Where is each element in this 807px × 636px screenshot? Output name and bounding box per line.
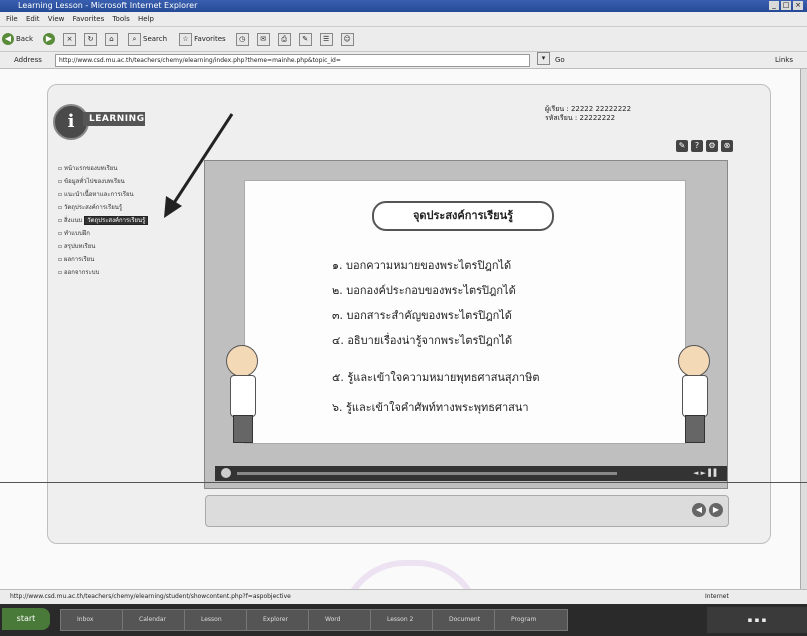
previous-icon[interactable]: ◀ bbox=[692, 503, 706, 517]
user-line-2: รหัสเรียน : 22222222 bbox=[545, 114, 616, 122]
address-label: Address bbox=[14, 56, 42, 64]
menu-item-label: ข้อมูลทั่วไปของบทเรียน bbox=[63, 178, 125, 185]
objective-item: ๕. รู้และเข้าใจความหมายพุทธศาสนสุภาษิต bbox=[332, 371, 540, 384]
dropdown-arrow-icon[interactable]: ▾ bbox=[537, 52, 550, 65]
player-controls[interactable]: ◄ ► ▌▌ bbox=[693, 468, 719, 479]
window-title-bar: Learning Lesson - Microsoft Internet Exp… bbox=[0, 0, 807, 12]
lesson-heading: จุดประสงค์การเรียนรู้ bbox=[372, 201, 554, 231]
lesson-navigation: ◀ ▶ bbox=[205, 495, 729, 527]
search-button[interactable]: ⌕ Search bbox=[126, 32, 169, 46]
menu-bar: File Edit View Favorites Tools Help bbox=[0, 12, 807, 27]
menu-item-label: ทำแบบฝึก bbox=[63, 230, 90, 237]
menu-item-label: สรุปบทเรียน bbox=[63, 243, 96, 250]
user-line-1: ผู้เรียน : 22222 22222222 bbox=[545, 105, 632, 113]
search-label: Search bbox=[143, 35, 168, 43]
refresh-icon[interactable]: ↻ bbox=[84, 32, 97, 46]
objective-item: ๔. อธิบายเรื่องน่ารู้จากพระไตรปิฎกได้ bbox=[332, 334, 513, 347]
favorites-label: Favorites bbox=[194, 35, 226, 43]
user-info: ผู้เรียน : 22222 22222222 รหัสเรียน : 22… bbox=[545, 105, 631, 123]
home-icon[interactable]: ⌂ bbox=[105, 32, 118, 46]
mail-icon[interactable]: ✉ bbox=[256, 32, 270, 46]
progress-track[interactable] bbox=[237, 472, 617, 475]
stop-icon[interactable]: × bbox=[63, 32, 76, 46]
menu-item-logout[interactable]: ▫ ออกจากระบบ bbox=[54, 266, 192, 279]
menu-help[interactable]: Help bbox=[138, 15, 154, 23]
cartoon-boy-right bbox=[672, 345, 716, 445]
browser-toolbar: ◀ Back ▶ × ↻ ⌂ ⌕ Search ☆ Favorites ◷ ✉ … bbox=[0, 27, 807, 52]
ilearning-logo: i LEARNING bbox=[53, 104, 145, 140]
edit-icon[interactable]: ✎ bbox=[298, 32, 312, 46]
maximize-icon[interactable]: □ bbox=[781, 1, 791, 10]
menu-item-results[interactable]: ▫ ผลการเรียน bbox=[54, 253, 192, 266]
menu-view[interactable]: View bbox=[48, 15, 65, 23]
objective-item: ๑. บอกความหมายของพระไตรปิฎกได้ bbox=[332, 259, 512, 272]
messenger-icon[interactable]: ☺ bbox=[340, 32, 354, 46]
menu-item-exercise[interactable]: ▫ ทำแบบฝึก bbox=[54, 227, 192, 240]
menu-item-label: วัตถุประสงค์การเรียนรู้ bbox=[63, 204, 123, 211]
objective-item: ๖. รู้และเข้าใจคำศัพท์ทางพระพุทธศาสนา bbox=[332, 401, 529, 414]
window-title: Learning Lesson - Microsoft Internet Exp… bbox=[18, 1, 198, 10]
menu-favorites[interactable]: Favorites bbox=[73, 15, 105, 23]
security-zone: Internet bbox=[705, 593, 729, 600]
media-player-bar: ◄ ► ▌▌ bbox=[215, 466, 727, 481]
back-label: Back bbox=[16, 35, 33, 43]
next-icon[interactable]: ▶ bbox=[709, 503, 723, 517]
menu-item-summary[interactable]: ▫ สรุปบทเรียน bbox=[54, 240, 192, 253]
address-bar: Address http://www.csd.mu.ac.th/teachers… bbox=[0, 52, 807, 69]
status-url: http://www.csd.mu.ac.th/teachers/chemy/e… bbox=[10, 593, 291, 600]
star-icon: ☆ bbox=[179, 32, 193, 46]
tool-icons: ✎ ? ⚙ ⊗ bbox=[676, 140, 733, 152]
logo-text: LEARNING bbox=[83, 112, 145, 126]
window-controls: _ □ × bbox=[769, 1, 803, 10]
go-button[interactable]: Go bbox=[555, 52, 565, 68]
start-button[interactable]: start bbox=[2, 608, 50, 630]
back-button[interactable]: ◀ Back bbox=[0, 33, 35, 45]
discuss-icon[interactable]: ☰ bbox=[319, 32, 333, 46]
status-bar: http://www.csd.mu.ac.th/teachers/chemy/e… bbox=[0, 589, 807, 604]
address-input[interactable]: http://www.csd.mu.ac.th/teachers/chemy/e… bbox=[55, 54, 530, 67]
vertical-scrollbar[interactable] bbox=[800, 69, 807, 589]
history-icon[interactable]: ◷ bbox=[235, 32, 249, 46]
menu-item-label: สิ่งแนบ bbox=[63, 217, 83, 224]
menu-file[interactable]: File bbox=[6, 15, 18, 23]
cartoon-boy-left bbox=[220, 345, 264, 445]
links-label[interactable]: Links bbox=[775, 52, 793, 68]
search-icon: ⌕ bbox=[128, 32, 141, 46]
back-arrow-icon: ◀ bbox=[2, 33, 14, 45]
close-icon[interactable]: × bbox=[793, 1, 803, 10]
favorites-button[interactable]: ☆ Favorites bbox=[177, 32, 228, 46]
menu-item-label: หน้าแรกของบทเรียน bbox=[63, 165, 118, 172]
selected-badge: วัตถุประสงค์การเรียนรู้ bbox=[84, 216, 149, 225]
exit-icon[interactable]: ⊗ bbox=[721, 140, 733, 152]
edit-note-icon[interactable]: ✎ bbox=[676, 140, 688, 152]
settings-icon[interactable]: ⚙ bbox=[706, 140, 718, 152]
help-icon[interactable]: ? bbox=[691, 140, 703, 152]
system-tray[interactable]: ▪ ▪ ▪ bbox=[707, 607, 807, 633]
divider-line bbox=[0, 482, 807, 483]
objective-item: ๓. บอกสาระสำคัญของพระไตรปิฎกได้ bbox=[332, 309, 512, 322]
menu-tools[interactable]: Tools bbox=[112, 15, 129, 23]
objective-item: ๒. บอกองค์ประกอบของพระไตรปิฎกได้ bbox=[332, 284, 516, 297]
menu-item-label: แนะนำเนื้อหาและการเรียน bbox=[63, 191, 134, 198]
menu-item-label: ออกจากระบบ bbox=[63, 269, 100, 276]
forward-arrow-icon[interactable]: ▶ bbox=[43, 33, 55, 45]
menu-edit[interactable]: Edit bbox=[26, 15, 40, 23]
windows-taskbar: start Inbox Calendar Lesson Explorer Wor… bbox=[0, 604, 807, 636]
minimize-icon[interactable]: _ bbox=[769, 1, 779, 10]
menu-item-label: ผลการเรียน bbox=[63, 256, 95, 263]
play-icon[interactable] bbox=[221, 468, 231, 478]
print-icon[interactable]: ⎙ bbox=[277, 32, 291, 46]
taskbar-item[interactable]: Program bbox=[494, 609, 568, 631]
